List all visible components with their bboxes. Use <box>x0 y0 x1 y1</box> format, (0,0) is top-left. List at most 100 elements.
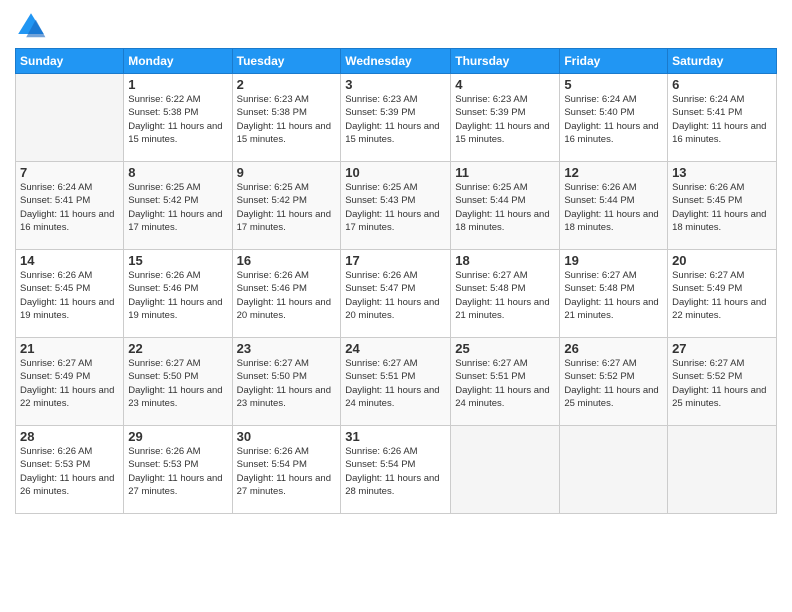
weekday-header-sunday: Sunday <box>16 49 124 74</box>
calendar-cell: 21Sunrise: 6:27 AMSunset: 5:49 PMDayligh… <box>16 338 124 426</box>
day-number: 23 <box>237 341 337 356</box>
day-detail: Sunrise: 6:24 AMSunset: 5:41 PMDaylight:… <box>672 93 772 146</box>
day-number: 31 <box>345 429 446 444</box>
day-number: 9 <box>237 165 337 180</box>
calendar-cell: 2Sunrise: 6:23 AMSunset: 5:38 PMDaylight… <box>232 74 341 162</box>
day-detail: Sunrise: 6:26 AMSunset: 5:46 PMDaylight:… <box>237 269 337 322</box>
calendar-cell: 26Sunrise: 6:27 AMSunset: 5:52 PMDayligh… <box>560 338 668 426</box>
day-detail: Sunrise: 6:26 AMSunset: 5:53 PMDaylight:… <box>128 445 227 498</box>
calendar-cell: 3Sunrise: 6:23 AMSunset: 5:39 PMDaylight… <box>341 74 451 162</box>
calendar-cell: 23Sunrise: 6:27 AMSunset: 5:50 PMDayligh… <box>232 338 341 426</box>
day-number: 20 <box>672 253 772 268</box>
day-detail: Sunrise: 6:27 AMSunset: 5:48 PMDaylight:… <box>564 269 663 322</box>
calendar-cell: 19Sunrise: 6:27 AMSunset: 5:48 PMDayligh… <box>560 250 668 338</box>
day-number: 15 <box>128 253 227 268</box>
calendar-cell: 16Sunrise: 6:26 AMSunset: 5:46 PMDayligh… <box>232 250 341 338</box>
day-number: 13 <box>672 165 772 180</box>
weekday-header-monday: Monday <box>124 49 232 74</box>
day-number: 8 <box>128 165 227 180</box>
day-number: 4 <box>455 77 555 92</box>
day-number: 22 <box>128 341 227 356</box>
day-detail: Sunrise: 6:27 AMSunset: 5:50 PMDaylight:… <box>128 357 227 410</box>
day-number: 1 <box>128 77 227 92</box>
weekday-header-thursday: Thursday <box>451 49 560 74</box>
day-number: 6 <box>672 77 772 92</box>
day-number: 30 <box>237 429 337 444</box>
calendar-cell: 28Sunrise: 6:26 AMSunset: 5:53 PMDayligh… <box>16 426 124 514</box>
calendar-cell <box>451 426 560 514</box>
day-detail: Sunrise: 6:24 AMSunset: 5:40 PMDaylight:… <box>564 93 663 146</box>
day-number: 7 <box>20 165 119 180</box>
weekday-header-wednesday: Wednesday <box>341 49 451 74</box>
day-number: 12 <box>564 165 663 180</box>
day-detail: Sunrise: 6:23 AMSunset: 5:39 PMDaylight:… <box>345 93 446 146</box>
day-number: 11 <box>455 165 555 180</box>
week-row-2: 7Sunrise: 6:24 AMSunset: 5:41 PMDaylight… <box>16 162 777 250</box>
day-number: 2 <box>237 77 337 92</box>
weekday-header-row: SundayMondayTuesdayWednesdayThursdayFrid… <box>16 49 777 74</box>
calendar-cell: 31Sunrise: 6:26 AMSunset: 5:54 PMDayligh… <box>341 426 451 514</box>
day-detail: Sunrise: 6:27 AMSunset: 5:52 PMDaylight:… <box>564 357 663 410</box>
day-detail: Sunrise: 6:27 AMSunset: 5:51 PMDaylight:… <box>345 357 446 410</box>
calendar-cell: 10Sunrise: 6:25 AMSunset: 5:43 PMDayligh… <box>341 162 451 250</box>
calendar-cell: 27Sunrise: 6:27 AMSunset: 5:52 PMDayligh… <box>668 338 777 426</box>
day-detail: Sunrise: 6:25 AMSunset: 5:43 PMDaylight:… <box>345 181 446 234</box>
day-detail: Sunrise: 6:23 AMSunset: 5:38 PMDaylight:… <box>237 93 337 146</box>
calendar-cell: 5Sunrise: 6:24 AMSunset: 5:40 PMDaylight… <box>560 74 668 162</box>
calendar-cell: 15Sunrise: 6:26 AMSunset: 5:46 PMDayligh… <box>124 250 232 338</box>
day-detail: Sunrise: 6:26 AMSunset: 5:53 PMDaylight:… <box>20 445 119 498</box>
day-number: 18 <box>455 253 555 268</box>
week-row-5: 28Sunrise: 6:26 AMSunset: 5:53 PMDayligh… <box>16 426 777 514</box>
day-number: 14 <box>20 253 119 268</box>
page: SundayMondayTuesdayWednesdayThursdayFrid… <box>0 0 792 612</box>
calendar-cell: 24Sunrise: 6:27 AMSunset: 5:51 PMDayligh… <box>341 338 451 426</box>
calendar: SundayMondayTuesdayWednesdayThursdayFrid… <box>15 48 777 514</box>
logo <box>15 10 51 42</box>
calendar-cell: 11Sunrise: 6:25 AMSunset: 5:44 PMDayligh… <box>451 162 560 250</box>
day-detail: Sunrise: 6:27 AMSunset: 5:51 PMDaylight:… <box>455 357 555 410</box>
day-detail: Sunrise: 6:23 AMSunset: 5:39 PMDaylight:… <box>455 93 555 146</box>
day-detail: Sunrise: 6:26 AMSunset: 5:46 PMDaylight:… <box>128 269 227 322</box>
day-detail: Sunrise: 6:26 AMSunset: 5:45 PMDaylight:… <box>20 269 119 322</box>
day-number: 25 <box>455 341 555 356</box>
day-number: 16 <box>237 253 337 268</box>
calendar-cell <box>560 426 668 514</box>
day-number: 17 <box>345 253 446 268</box>
calendar-cell: 17Sunrise: 6:26 AMSunset: 5:47 PMDayligh… <box>341 250 451 338</box>
week-row-1: 1Sunrise: 6:22 AMSunset: 5:38 PMDaylight… <box>16 74 777 162</box>
day-number: 21 <box>20 341 119 356</box>
calendar-cell <box>16 74 124 162</box>
calendar-cell: 13Sunrise: 6:26 AMSunset: 5:45 PMDayligh… <box>668 162 777 250</box>
calendar-cell: 4Sunrise: 6:23 AMSunset: 5:39 PMDaylight… <box>451 74 560 162</box>
day-detail: Sunrise: 6:27 AMSunset: 5:52 PMDaylight:… <box>672 357 772 410</box>
calendar-cell: 22Sunrise: 6:27 AMSunset: 5:50 PMDayligh… <box>124 338 232 426</box>
calendar-cell: 6Sunrise: 6:24 AMSunset: 5:41 PMDaylight… <box>668 74 777 162</box>
calendar-cell: 30Sunrise: 6:26 AMSunset: 5:54 PMDayligh… <box>232 426 341 514</box>
day-detail: Sunrise: 6:24 AMSunset: 5:41 PMDaylight:… <box>20 181 119 234</box>
day-number: 5 <box>564 77 663 92</box>
day-number: 26 <box>564 341 663 356</box>
day-number: 24 <box>345 341 446 356</box>
calendar-cell: 1Sunrise: 6:22 AMSunset: 5:38 PMDaylight… <box>124 74 232 162</box>
calendar-cell: 8Sunrise: 6:25 AMSunset: 5:42 PMDaylight… <box>124 162 232 250</box>
day-detail: Sunrise: 6:26 AMSunset: 5:44 PMDaylight:… <box>564 181 663 234</box>
calendar-cell: 9Sunrise: 6:25 AMSunset: 5:42 PMDaylight… <box>232 162 341 250</box>
day-detail: Sunrise: 6:27 AMSunset: 5:48 PMDaylight:… <box>455 269 555 322</box>
header <box>15 10 777 42</box>
calendar-cell: 29Sunrise: 6:26 AMSunset: 5:53 PMDayligh… <box>124 426 232 514</box>
day-detail: Sunrise: 6:26 AMSunset: 5:47 PMDaylight:… <box>345 269 446 322</box>
day-number: 27 <box>672 341 772 356</box>
day-detail: Sunrise: 6:25 AMSunset: 5:42 PMDaylight:… <box>128 181 227 234</box>
logo-icon <box>15 10 47 42</box>
calendar-cell: 12Sunrise: 6:26 AMSunset: 5:44 PMDayligh… <box>560 162 668 250</box>
day-detail: Sunrise: 6:27 AMSunset: 5:50 PMDaylight:… <box>237 357 337 410</box>
day-detail: Sunrise: 6:27 AMSunset: 5:49 PMDaylight:… <box>672 269 772 322</box>
day-detail: Sunrise: 6:25 AMSunset: 5:44 PMDaylight:… <box>455 181 555 234</box>
calendar-cell: 20Sunrise: 6:27 AMSunset: 5:49 PMDayligh… <box>668 250 777 338</box>
day-number: 3 <box>345 77 446 92</box>
calendar-cell: 14Sunrise: 6:26 AMSunset: 5:45 PMDayligh… <box>16 250 124 338</box>
day-detail: Sunrise: 6:26 AMSunset: 5:45 PMDaylight:… <box>672 181 772 234</box>
calendar-cell: 18Sunrise: 6:27 AMSunset: 5:48 PMDayligh… <box>451 250 560 338</box>
day-detail: Sunrise: 6:25 AMSunset: 5:42 PMDaylight:… <box>237 181 337 234</box>
calendar-cell: 7Sunrise: 6:24 AMSunset: 5:41 PMDaylight… <box>16 162 124 250</box>
